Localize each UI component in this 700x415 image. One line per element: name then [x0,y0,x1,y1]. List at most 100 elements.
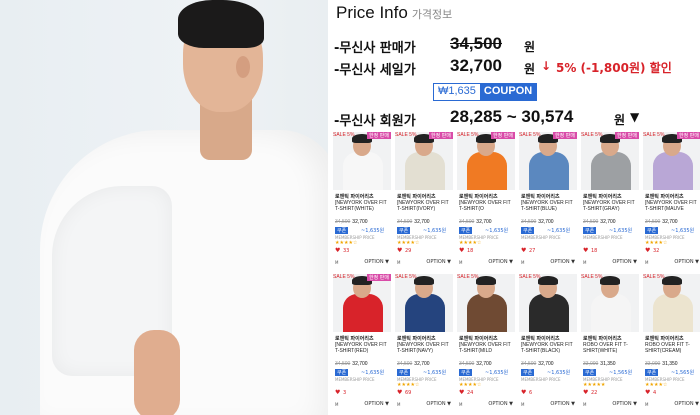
product-brand[interactable]: 로맨틱 파이어리츠 [397,193,436,200]
option-dropdown[interactable]: OPTION ▼ [426,259,451,265]
member-price-dropdown-icon[interactable]: ▼ [630,110,639,124]
product-card[interactable]: SALE 5% 한정 판매로맨틱 파이어리츠 [NEWYORK OVER FIT T… [333,132,391,268]
product-name[interactable]: [NEWYORK OVER FIT T-SHIRT(WHITE) [335,200,389,212]
product-name[interactable]: [NEWYORK OVER FIT T-SHIRT(BLACK) [521,342,575,354]
product-thumbnail[interactable]: SALE 5% 한정 판매 [333,132,391,190]
heart-icon[interactable]: ♥ [459,389,464,396]
product-thumbnail[interactable]: SALE 5% [457,274,515,332]
option-dropdown[interactable]: OPTION ▼ [612,259,637,265]
product-card[interactable]: SALE 5% 로맨틱 파이어리츠 ROBO OVER FIT T-SHIRT(CR… [643,274,700,410]
product-brand[interactable]: 로맨틱 파이어리츠 [335,193,374,200]
option-dropdown[interactable]: OPTION ▼ [364,259,389,265]
product-thumbnail[interactable]: SALE 5% [581,274,639,332]
product-card[interactable]: SALE 5% 로맨틱 파이어리츠 [NEWYORK OVER FIT T-SHIR… [457,274,515,410]
heart-icon[interactable]: ♥ [397,247,402,254]
product-thumbnail[interactable]: SALE 5% [643,274,700,332]
limited-badge: 한정 판매 [367,132,391,139]
product-name[interactable]: [NEWYORK OVER FIT T-SHIRT(O [459,200,513,212]
product-shirt [653,152,693,190]
coupon-tag[interactable]: 쿠폰 [583,369,597,376]
product-name[interactable]: [NEWYORK OVER FIT T-SHIRT(GRAY) [583,200,637,212]
product-thumbnail[interactable]: SALE 5% 한정 판매 [395,132,453,190]
coupon-tag[interactable]: 쿠폰 [335,227,349,234]
product-name[interactable]: [NEWYORK OVER FIT T-SHIRT(IVORY) [397,200,451,212]
heart-icon[interactable]: ♥ [335,247,340,254]
product-brand[interactable]: 로맨틱 파이어리츠 [583,335,622,342]
option-dropdown[interactable]: OPTION ▼ [364,401,389,407]
product-card[interactable]: SALE 5% 한정 판매로맨틱 파이어리츠 [NEWYORK OVER FIT T… [581,132,639,268]
coupon-tag[interactable]: 쿠폰 [645,227,659,234]
size-label: M [459,260,463,265]
option-dropdown[interactable]: OPTION ▼ [612,401,637,407]
coupon-tag[interactable]: 쿠폰 [645,369,659,376]
sale-badge: SALE 5% [519,132,541,138]
like-count: 18 [467,248,474,254]
product-brand[interactable]: 로맨틱 파이어리츠 [459,193,498,200]
product-brand[interactable]: 로맨틱 파이어리츠 [397,335,436,342]
product-name[interactable]: [NEWYORK OVER FIT T-SHIRT(BLUE) [521,200,575,212]
product-brand[interactable]: 로맨틱 파이어리츠 [521,335,560,342]
product-card[interactable]: SALE 5% 한정 판매로맨틱 파이어리츠 [NEWYORK OVER FIT T… [457,132,515,268]
product-shirt [529,294,569,332]
heart-icon[interactable]: ♥ [583,389,588,396]
product-name[interactable]: ROBO OVER FIT T-SHIRT(WHITE) [583,342,637,354]
product-name[interactable]: [NEWYORK OVER FIT T-SHIRT(MILD [459,342,513,354]
option-dropdown[interactable]: OPTION ▼ [488,259,513,265]
product-card[interactable]: SALE 5% 한정 판매로맨틱 파이어리츠 [NEWYORK OVER FIT T… [333,274,391,410]
product-name[interactable]: ROBO OVER FIT T-SHIRT(CREAM) [645,342,699,354]
option-dropdown[interactable]: OPTION ▼ [674,401,699,407]
product-brand[interactable]: 로맨틱 파이어리츠 [521,193,560,200]
product-brand[interactable]: 로맨틱 파이어리츠 [645,335,684,342]
product-price: 33,000 31,350 [583,361,616,367]
coupon-value: ~1,635원 [547,370,571,376]
product-thumbnail[interactable]: SALE 5% [519,274,577,332]
product-thumbnail[interactable]: SALE 5% 한정 판매 [457,132,515,190]
membership-price-label: MEMBERSHIP PRICE [521,235,561,240]
heart-icon[interactable]: ♥ [645,389,650,396]
product-card[interactable]: SALE 5% 로맨틱 파이어리츠 [NEWYORK OVER FIT T-SHIR… [395,274,453,410]
option-dropdown[interactable]: OPTION ▼ [550,259,575,265]
heart-icon[interactable]: ♥ [583,247,588,254]
coupon-tag[interactable]: 쿠폰 [521,369,535,376]
heart-icon[interactable]: ♥ [645,247,650,254]
product-thumbnail[interactable]: SALE 5% 한정 판매 [519,132,577,190]
product-brand[interactable]: 로맨틱 파이어리츠 [459,335,498,342]
product-price: 34,500 32,700 [397,219,430,225]
coupon-tag[interactable]: 쿠폰 [583,227,597,234]
coupon-tag[interactable]: 쿠폰 [397,369,411,376]
option-dropdown[interactable]: OPTION ▼ [674,259,699,265]
heart-icon[interactable]: ♥ [521,247,526,254]
product-card[interactable]: SALE 5% 한정 판매로맨틱 파이어리츠 [NEWYORK OVER FIT T… [643,132,700,268]
option-dropdown[interactable]: OPTION ▼ [550,401,575,407]
product-card[interactable]: SALE 5% 한정 판매로맨틱 파이어리츠 [NEWYORK OVER FIT T… [519,132,577,268]
product-brand[interactable]: 로맨틱 파이어리츠 [583,193,622,200]
heart-icon[interactable]: ♥ [397,389,402,396]
coupon-tag[interactable]: 쿠폰 [459,369,473,376]
like-count: 6 [529,390,533,396]
product-thumbnail[interactable]: SALE 5% 한정 판매 [643,132,700,190]
product-card[interactable]: SALE 5% 한정 판매로맨틱 파이어리츠 [NEWYORK OVER FIT T… [395,132,453,268]
product-name[interactable]: [NEWYORK OVER FIT T-SHIRT(MAUVE [645,200,699,212]
product-name[interactable]: [NEWYORK OVER FIT T-SHIRT(NAVY) [397,342,451,354]
option-dropdown[interactable]: OPTION ▼ [426,401,451,407]
coupon-tag[interactable]: 쿠폰 [521,227,535,234]
product-thumbnail[interactable]: SALE 5% 한정 판매 [581,132,639,190]
product-brand[interactable]: 로맨틱 파이어리츠 [645,193,684,200]
product-brand[interactable]: 로맨틱 파이어리츠 [335,335,374,342]
heart-icon[interactable]: ♥ [521,389,526,396]
product-card[interactable]: SALE 5% 로맨틱 파이어리츠 ROBO OVER FIT T-SHIRT(WH… [581,274,639,410]
product-name[interactable]: [NEWYORK OVER FIT T-SHIRT(RED) [335,342,389,354]
heart-icon[interactable]: ♥ [335,389,340,396]
product-card[interactable]: SALE 5% 로맨틱 파이어리츠 [NEWYORK OVER FIT T-SHIR… [519,274,577,410]
heart-icon[interactable]: ♥ [459,247,464,254]
coupon-tag[interactable]: 쿠폰 [459,227,473,234]
product-thumbnail[interactable]: SALE 5% 한정 판매 [333,274,391,332]
model-hair [662,276,682,285]
coupon-value: ~1,635원 [423,370,447,376]
product-shirt [467,294,507,332]
option-dropdown[interactable]: OPTION ▼ [488,401,513,407]
coupon-tag[interactable]: 쿠폰 [335,369,349,376]
coupon-button[interactable]: ₩1,635 COUPON [433,83,538,101]
product-thumbnail[interactable]: SALE 5% [395,274,453,332]
coupon-tag[interactable]: 쿠폰 [397,227,411,234]
